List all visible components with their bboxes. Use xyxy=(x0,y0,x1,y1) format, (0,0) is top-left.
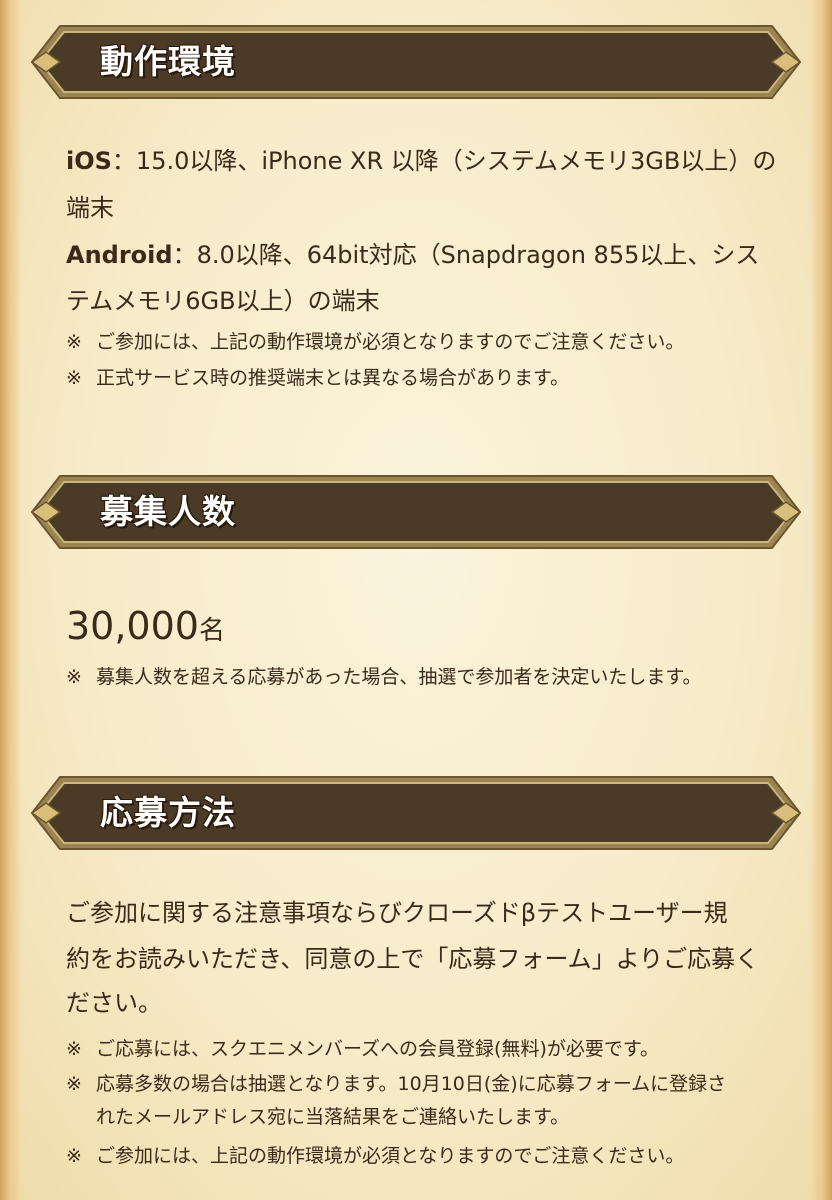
env-android-line: Android：8.0以降、64bit対応（Snapdragon 855以上、シ… xyxy=(66,240,759,270)
section-banner-recruitment: 募集人数 xyxy=(30,472,802,552)
note-mark: ※ xyxy=(66,1073,82,1095)
apply-note: ※ ご応募には、スクエニメンバーズへの会員登録(無料)が必要です。 xyxy=(66,1038,659,1060)
env-android-line-2: テムメモリ6GB以上）の端末 xyxy=(66,287,380,315)
note-mark: ※ xyxy=(66,367,82,389)
note-mark: ※ xyxy=(66,1145,82,1167)
recruitment-count-value: 30,000 xyxy=(66,604,199,648)
env-note: ※ 正式サービス時の推奨端末とは異なる場合があります。 xyxy=(66,367,570,389)
apply-text-line: ご参加に関する注意事項ならびクローズドβテストユーザー規 xyxy=(66,899,728,927)
ios-label: iOS xyxy=(66,147,112,175)
env-note: ※ ご参加には、上記の動作環境が必須となりますのでご注意ください。 xyxy=(66,331,685,353)
apply-text-line: 約をお読みいただき、同意の上で「応募フォーム」よりご応募く xyxy=(66,945,760,973)
apply-text-line: ださい。 xyxy=(66,989,162,1017)
recruitment-note: ※ 募集人数を超える応募があった場合、抽選で参加者を決定いたします。 xyxy=(66,666,702,688)
parchment-edge-left xyxy=(0,0,22,1200)
section-banner-apply: 応募方法 xyxy=(30,773,802,853)
env-ios-line-2: 端末 xyxy=(66,194,114,222)
apply-note: ※ ご参加には、上記の動作環境が必須となりますのでご注意ください。 xyxy=(66,1145,685,1167)
note-mark: ※ xyxy=(66,666,82,688)
recruitment-count: 30,000名 xyxy=(66,604,225,653)
recruitment-count-unit: 名 xyxy=(198,616,225,646)
note-mark: ※ xyxy=(66,331,82,353)
parchment-edge-right xyxy=(810,0,832,1200)
note-mark: ※ xyxy=(66,1038,82,1060)
section-title-environment: 動作環境 xyxy=(100,42,236,81)
section-title-apply: 応募方法 xyxy=(100,793,236,832)
env-ios-line: iOS：15.0以降、iPhone XR 以降（システムメモリ3GB以上）の xyxy=(66,146,776,176)
android-label: Android xyxy=(66,241,173,269)
android-requirements: ：8.0以降、64bit対応（Snapdragon 855以上、シス xyxy=(172,241,760,269)
apply-note: ※ 応募多数の場合は抽選となります。10月10日(金)に応募フォームに登録さ xyxy=(66,1073,727,1095)
section-title-recruitment: 募集人数 xyxy=(100,492,236,531)
section-banner-environment: 動作環境 xyxy=(30,22,802,102)
ios-requirements: ：15.0以降、iPhone XR 以降（システムメモリ3GB以上）の xyxy=(111,147,777,175)
apply-note-continuation: れたメールアドレス宛に当落結果をご連絡いたします。 xyxy=(96,1106,570,1128)
